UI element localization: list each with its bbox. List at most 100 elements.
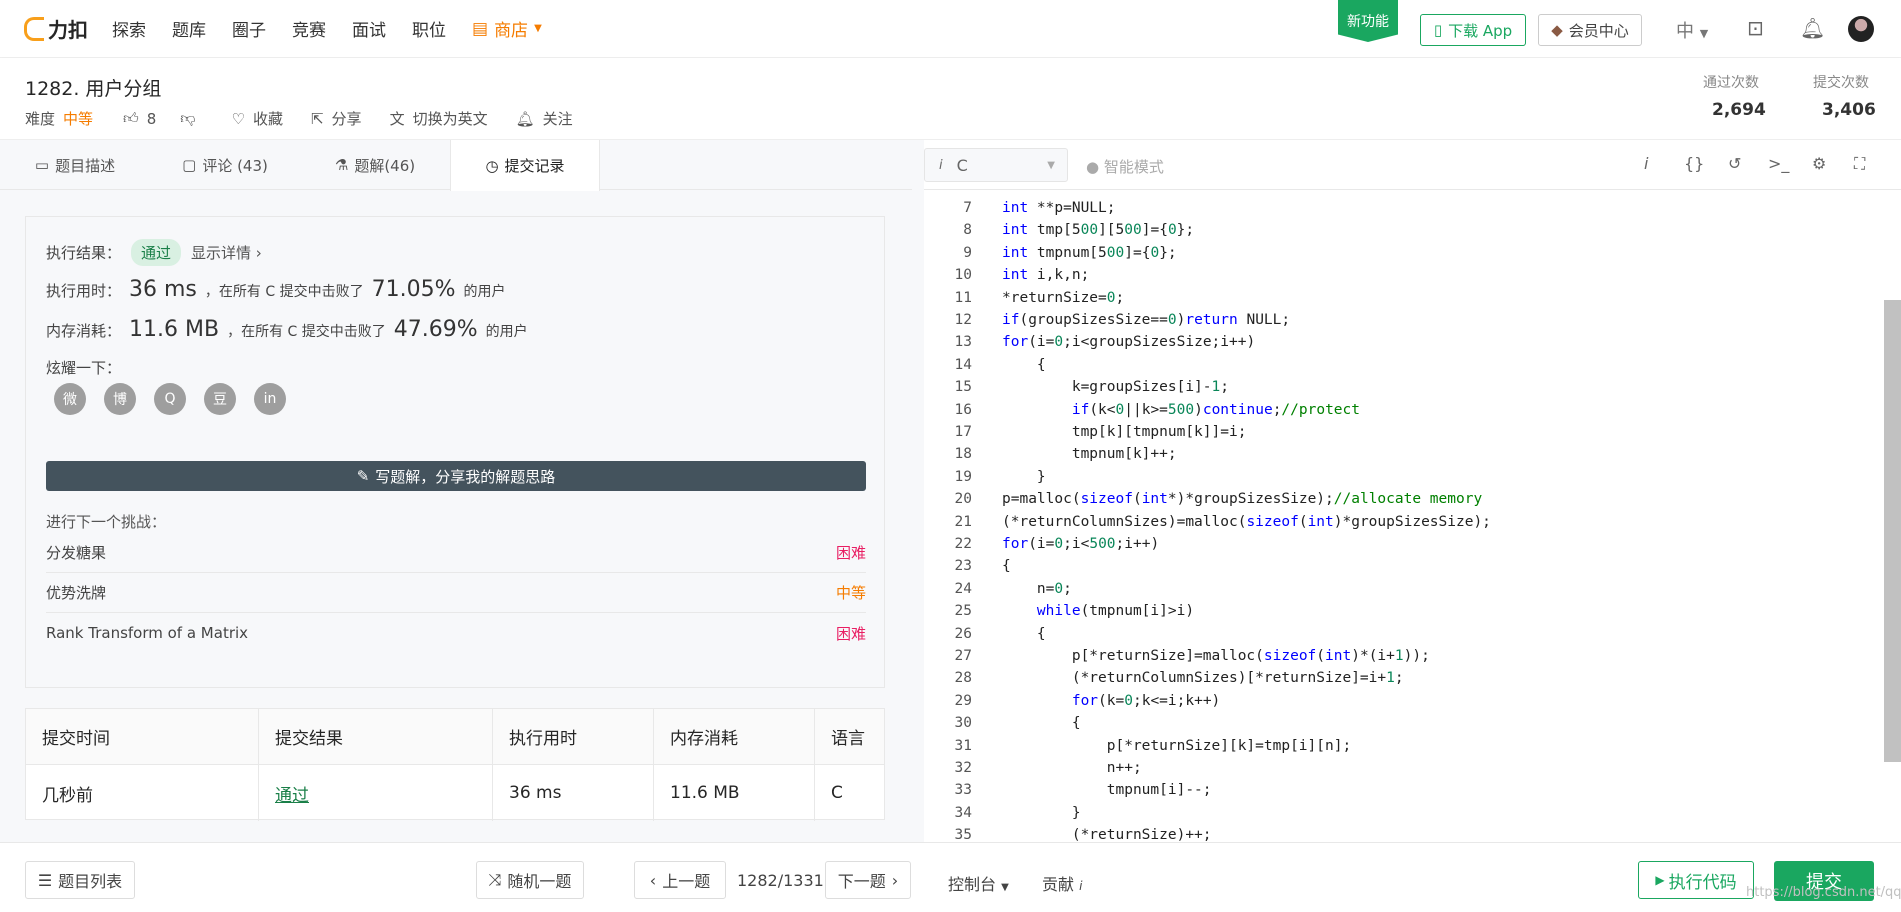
code-line[interactable]: p[*returnSize]=malloc(sizeof(int)*(i+1))…	[1002, 648, 1430, 664]
caret-down-icon: ▼	[1001, 882, 1009, 893]
code-line[interactable]: {	[1002, 715, 1081, 731]
nav-shop[interactable]: ▤ 商店 ▼	[472, 16, 542, 42]
code-line[interactable]: tmpnum[k]++;	[1002, 446, 1177, 462]
collect-button[interactable]: 收藏	[253, 108, 283, 129]
tab-solutions[interactable]: ⚗ 题解(46)	[300, 140, 450, 190]
notification-bell-icon[interactable]: 🔔︎	[1800, 16, 1825, 40]
code-line[interactable]: for(i=0;i<groupSizesSize;i++)	[1002, 334, 1255, 350]
terminal-icon[interactable]: >_	[1768, 154, 1789, 173]
code-line[interactable]: (*returnColumnSizes)[*returnSize]=i+1;	[1002, 670, 1404, 686]
memory-value: 11.6 MB	[129, 317, 220, 342]
info-icon[interactable]: i	[1644, 154, 1648, 173]
result-link[interactable]: 通过	[275, 781, 309, 806]
console-toggle[interactable]: 控制台 ▼	[948, 871, 1009, 895]
line-number: 9	[963, 244, 972, 261]
code-editor[interactable]: 7 int **p=NULL; 8 int tmp[500][500]={0}; 9 in…	[924, 190, 1884, 842]
linkedin-icon[interactable]: in	[254, 383, 286, 415]
code-line[interactable]: if(k<0||k>=500)continue;//protect	[1002, 402, 1360, 418]
code-line[interactable]: if(groupSizesSize==0)return NULL;	[1002, 312, 1290, 328]
code-line[interactable]: p[*returnSize][k]=tmp[i][n];	[1002, 738, 1351, 754]
tab-description[interactable]: ▭ 题目描述	[0, 140, 150, 190]
weibo-icon[interactable]: 博	[104, 383, 136, 415]
download-app-button[interactable]: ▯ 下载 App	[1420, 14, 1526, 46]
code-line[interactable]: {	[1002, 357, 1046, 373]
code-line[interactable]: for(k=0;k<=i;k++)	[1002, 693, 1220, 709]
pane-resize-handle[interactable]	[912, 140, 924, 842]
code-line[interactable]: n++;	[1002, 760, 1142, 776]
nav-explore[interactable]: 探索	[112, 16, 146, 41]
code-line[interactable]: n=0;	[1002, 581, 1072, 597]
next-challenge-item[interactable]: 分发糖果 困难	[46, 533, 866, 573]
switch-language-button[interactable]: 切换为英文	[413, 108, 488, 129]
code-line[interactable]: int **p=NULL;	[1002, 200, 1116, 216]
brag-label: 炫耀一下：	[46, 359, 122, 377]
submit-count-label: 提交次数	[1813, 75, 1869, 91]
logo[interactable]: 力扣	[24, 14, 88, 43]
code-line[interactable]: (*returnSize)++;	[1002, 827, 1212, 842]
run-code-button[interactable]: ▶ 执行代码	[1638, 861, 1754, 899]
code-line[interactable]: for(i=0;i<500;i++)	[1002, 536, 1159, 552]
fullscreen-icon[interactable]: ⛶	[1854, 154, 1865, 174]
code-line[interactable]: {	[1002, 558, 1011, 574]
caret-down-icon: ▼	[1699, 27, 1709, 40]
write-solution-button[interactable]: ✎ 写题解，分享我的解题思路	[46, 461, 866, 491]
share-icons: 微 博 Q 豆 in	[54, 383, 286, 415]
code-line[interactable]: }	[1002, 469, 1046, 485]
problem-list-button[interactable]: ☰ 题目列表	[25, 861, 135, 899]
follow-button[interactable]: 关注	[543, 108, 573, 129]
next-problem-button[interactable]: 下一题 ›	[825, 861, 911, 899]
code-line[interactable]: (*returnColumnSizes)=malloc(sizeof(int)*…	[1002, 514, 1491, 530]
challenge-difficulty: 中等	[835, 584, 866, 602]
line-number: 24	[954, 580, 972, 597]
douban-icon[interactable]: 豆	[204, 383, 236, 415]
code-line[interactable]: int i,k,n;	[1002, 267, 1089, 283]
reset-icon[interactable]: ↺	[1728, 154, 1741, 173]
line-number: 8	[963, 222, 972, 239]
code-line[interactable]: int tmp[500][500]={0};	[1002, 222, 1194, 238]
code-line[interactable]: k=groupSizes[i]-1;	[1002, 379, 1229, 395]
code-line[interactable]: {	[1002, 626, 1046, 642]
tab-comments[interactable]: ▢ 评论 (43)	[150, 140, 300, 190]
qq-icon[interactable]: Q	[154, 383, 186, 415]
playground-icon[interactable]: ⊡	[1747, 16, 1764, 40]
line-number: 21	[954, 513, 972, 530]
braces-icon[interactable]: {}	[1684, 154, 1704, 173]
random-problem-button[interactable]: ⤨ 随机一题	[476, 861, 584, 899]
code-line[interactable]: while(tmpnum[i]>i)	[1002, 603, 1194, 619]
code-line[interactable]: *returnSize=0;	[1002, 290, 1124, 306]
nav-contest[interactable]: 竞赛	[292, 16, 326, 41]
nav-circle[interactable]: 圈子	[232, 16, 266, 41]
editor-scrollbar[interactable]	[1884, 300, 1901, 762]
cell-language: C	[831, 783, 843, 803]
settings-icon[interactable]: ⚙	[1812, 154, 1826, 173]
line-number: 32	[954, 760, 972, 776]
clock-icon: ◷	[485, 156, 499, 175]
code-line[interactable]: p=malloc(sizeof(int*)*groupSizesSize);//…	[1002, 491, 1482, 507]
next-challenge-item[interactable]: Rank Transform of a Matrix 困难	[46, 613, 866, 653]
submission-result-card: 执行结果： 通过 显示详情 › 执行用时： 36 ms ，在所有 C 提交中击败…	[25, 216, 885, 688]
smart-mode-toggle[interactable]: ● 智能模式	[1086, 156, 1164, 177]
code-line[interactable]: }	[1002, 805, 1081, 821]
nav-problemset[interactable]: 题库	[172, 16, 206, 41]
prev-problem-button[interactable]: ‹ 上一题	[634, 861, 726, 899]
exec-time-value: 36 ms	[129, 277, 197, 302]
flask-icon: ⚗	[334, 156, 349, 174]
tab-submissions[interactable]: ◷ 提交记录	[450, 140, 600, 191]
vip-center-button[interactable]: ◆ 会员中心	[1538, 14, 1642, 46]
dislike-icon[interactable]: 👎︎	[180, 109, 195, 128]
show-details-link[interactable]: 显示详情 ›	[191, 242, 262, 263]
language-select[interactable]: i C ▼	[924, 148, 1068, 182]
share-button[interactable]: 分享	[332, 108, 362, 129]
contribute-link[interactable]: 贡献 i	[1042, 871, 1082, 895]
like-icon[interactable]: 👍︎	[123, 109, 139, 128]
avatar[interactable]	[1848, 16, 1874, 42]
nav-jobs[interactable]: 职位	[412, 16, 446, 41]
wechat-icon[interactable]: 微	[54, 383, 86, 415]
code-line[interactable]: tmpnum[i]--;	[1002, 782, 1212, 798]
next-challenge-item[interactable]: 优势洗牌 中等	[46, 573, 866, 613]
nav-interview[interactable]: 面试	[352, 16, 386, 41]
code-line[interactable]: int tmpnum[500]={0};	[1002, 245, 1177, 261]
new-feature-badge[interactable]: 新功能	[1338, 0, 1398, 42]
language-switch[interactable]: 中 ▼	[1676, 17, 1708, 43]
code-line[interactable]: tmp[k][tmpnum[k]]=i;	[1002, 424, 1247, 440]
